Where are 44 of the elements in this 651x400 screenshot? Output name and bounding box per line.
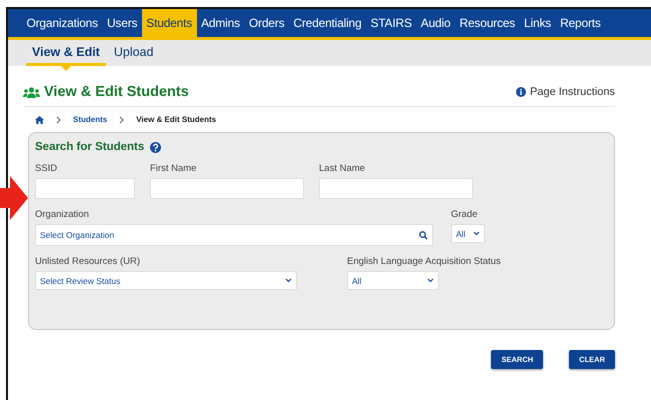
nav-tab[interactable]: Credentialing [288, 9, 366, 37]
chevron-down-icon [427, 278, 434, 283]
input-field[interactable] [35, 178, 135, 199]
help-icon[interactable] [150, 142, 162, 152]
pointer-icon [60, 65, 72, 71]
search-icon [419, 230, 428, 240]
nav-tab[interactable]: STAIRS [366, 9, 416, 37]
nav-tab[interactable]: Organizations [22, 9, 102, 37]
sub-tab[interactable]: View & Edit [26, 40, 106, 66]
home-icon[interactable] [35, 116, 44, 124]
chevron-right-icon [56, 116, 61, 124]
select-dropdown[interactable]: Select Review Status [35, 271, 297, 290]
field-label: English Language Acquisition Status [347, 256, 501, 267]
chevron-down-icon [473, 231, 480, 236]
chevron-right-icon [119, 116, 124, 124]
field-label: Unlisted Resources (UR) [35, 256, 142, 267]
breadcrumb-current: View & Edit Students [136, 115, 216, 124]
nav-tab[interactable]: Students [142, 9, 197, 37]
panel-title: Search for Students [35, 141, 144, 153]
field-label: SSID [35, 163, 58, 174]
sub-tab[interactable]: Upload [108, 40, 160, 66]
nav-tab[interactable]: Links [520, 9, 556, 37]
page-title: View & Edit Students [44, 84, 189, 100]
nav-tab[interactable]: Orders [244, 9, 289, 37]
page-instructions-link[interactable]: Page Instructions [516, 86, 615, 98]
input-field[interactable] [150, 178, 304, 199]
nav-tab[interactable]: Users [102, 9, 142, 37]
nav-tab[interactable]: Admins [196, 9, 244, 37]
select-dropdown[interactable]: All [451, 224, 485, 243]
pointer-arrow-icon [0, 176, 28, 220]
organization-search-field[interactable]: Select Organization [35, 224, 433, 246]
field-label: Grade [451, 209, 478, 220]
info-icon [516, 87, 526, 97]
select-dropdown[interactable]: All [347, 271, 439, 290]
field-label: Organization [35, 209, 90, 220]
nav-tab[interactable]: Reports [556, 9, 606, 37]
chevron-down-icon [285, 278, 292, 283]
people-icon [23, 86, 40, 98]
nav-tab[interactable]: Resources [454, 9, 520, 37]
nav-tab[interactable]: Audio [416, 9, 455, 37]
input-field[interactable] [319, 178, 473, 199]
field-label: Last Name [319, 163, 366, 174]
field-label: First Name [150, 163, 198, 174]
breadcrumb-link[interactable]: Students [73, 115, 108, 124]
